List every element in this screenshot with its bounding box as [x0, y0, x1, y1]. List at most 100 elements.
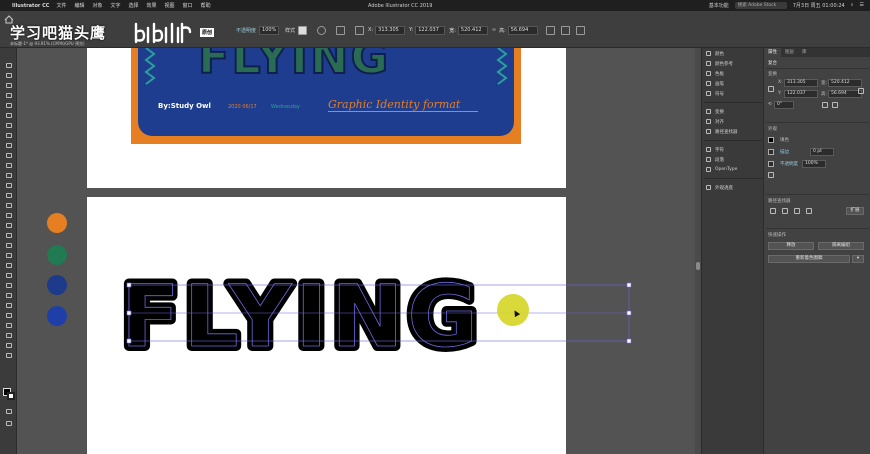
- lasso-tool-icon[interactable]: [4, 92, 13, 99]
- link-icon[interactable]: ∞: [492, 27, 496, 33]
- unite-icon[interactable]: [770, 208, 776, 214]
- stroke-color-swatch[interactable]: [7, 392, 15, 400]
- artboard-tool-icon[interactable]: [4, 312, 13, 319]
- opacity-field[interactable]: 100%: [802, 160, 826, 168]
- perspective-grid-tool-icon[interactable]: [4, 242, 13, 249]
- menu-help[interactable]: 帮助: [201, 2, 211, 9]
- exclude-icon[interactable]: [806, 208, 812, 214]
- panel-color-guide[interactable]: 颜色参考: [706, 60, 733, 67]
- pencil-tool-icon[interactable]: [4, 172, 13, 179]
- panel-paragraph[interactable]: 段落: [706, 156, 724, 163]
- prop-h-field[interactable]: 56.694: [828, 90, 862, 98]
- selection-tool-icon[interactable]: [4, 62, 13, 69]
- expand-button[interactable]: 扩展: [846, 207, 864, 215]
- column-graph-tool-icon[interactable]: [4, 302, 13, 309]
- color-swatch-navy[interactable]: [47, 275, 67, 295]
- eraser-tool-icon[interactable]: [4, 182, 13, 189]
- style-swatch-icon[interactable]: [298, 25, 308, 35]
- recolor-icon[interactable]: [317, 25, 327, 35]
- prop-w-field[interactable]: 520.412: [828, 79, 862, 87]
- direct-selection-tool-icon[interactable]: [4, 72, 13, 79]
- prop-y-field[interactable]: 122.037: [784, 90, 818, 98]
- stroke-swatch[interactable]: [768, 149, 774, 155]
- panel-pathfinder[interactable]: 路径查找器: [706, 128, 738, 135]
- stroke-label[interactable]: 描边: [780, 149, 789, 155]
- w-field[interactable]: 520.412: [457, 25, 488, 35]
- document-tab-title[interactable]: 未标题-1* @ 93.91% (CMYK/GPU 预览): [10, 41, 85, 47]
- tab-libraries[interactable]: 库: [798, 48, 811, 57]
- panel-symbols[interactable]: 符号: [706, 90, 724, 97]
- opacity-field[interactable]: 100%: [259, 25, 280, 35]
- menu-window[interactable]: 窗口: [183, 2, 193, 9]
- fx-icon[interactable]: [768, 172, 774, 178]
- color-swatch-orange[interactable]: [47, 213, 67, 233]
- mesh-tool-icon[interactable]: [4, 252, 13, 259]
- fill-swatch[interactable]: [768, 137, 774, 143]
- menu-list-icon[interactable]: ☰: [860, 2, 864, 9]
- transform-icon[interactable]: [355, 25, 365, 35]
- panel-character[interactable]: 字符: [706, 146, 724, 153]
- scale-tool-icon[interactable]: [4, 202, 13, 209]
- recolor-dropdown[interactable]: ▾: [852, 255, 864, 263]
- reference-point-icon[interactable]: [768, 86, 774, 92]
- stroke-weight-field[interactable]: 0 pt: [810, 148, 834, 156]
- release-button[interactable]: 释放: [768, 242, 814, 250]
- recolor-artwork-button[interactable]: 重新着色图稿: [768, 255, 850, 263]
- spotlight-icon[interactable]: ⌕: [851, 2, 854, 9]
- rotate-tool-icon[interactable]: [4, 192, 13, 199]
- width-tool-icon[interactable]: [4, 212, 13, 219]
- menu-type[interactable]: 文字: [110, 2, 120, 9]
- paintbrush-tool-icon[interactable]: [4, 152, 13, 159]
- workspace-switcher[interactable]: 基本功能: [709, 2, 729, 9]
- color-swatch-blue[interactable]: [47, 306, 67, 326]
- shaper-tool-icon[interactable]: [4, 162, 13, 169]
- isolate-icon[interactable]: [560, 25, 570, 35]
- screen-mode-icon[interactable]: [4, 420, 13, 427]
- scrollbar-thumb[interactable]: [696, 262, 700, 270]
- x-field[interactable]: 313.305: [375, 25, 406, 35]
- shape-builder-tool-icon[interactable]: [4, 232, 13, 239]
- flip-vertical-icon[interactable]: [832, 102, 838, 108]
- menu-object[interactable]: 对象: [92, 2, 102, 9]
- opacity-label[interactable]: 不透明度: [780, 161, 798, 167]
- menu-file[interactable]: 文件: [56, 2, 66, 9]
- flying-text-outline[interactable]: FLYING FLYING: [116, 262, 661, 372]
- magic-wand-tool-icon[interactable]: [4, 82, 13, 89]
- symbol-sprayer-tool-icon[interactable]: [4, 292, 13, 299]
- zoom-tool-icon[interactable]: [4, 342, 13, 349]
- type-tool-icon[interactable]: [4, 122, 13, 129]
- eyedropper-tool-icon[interactable]: [4, 272, 13, 279]
- slice-tool-icon[interactable]: [4, 322, 13, 329]
- pen-tool-icon[interactable]: [4, 102, 13, 109]
- menu-edit[interactable]: 编辑: [74, 2, 84, 9]
- prop-angle-field[interactable]: 0°: [774, 101, 794, 109]
- drawing-mode-icon[interactable]: [4, 408, 13, 415]
- line-tool-icon[interactable]: [4, 132, 13, 139]
- color-swatch-green[interactable]: [47, 245, 67, 265]
- panel-align[interactable]: 对齐: [706, 118, 724, 125]
- prop-x-field[interactable]: 313.305: [784, 79, 818, 87]
- hand-tool-icon[interactable]: [4, 332, 13, 339]
- tab-layers[interactable]: 图层: [781, 48, 798, 57]
- menu-select[interactable]: 选择: [129, 2, 139, 9]
- h-field[interactable]: 56.694: [507, 25, 538, 35]
- align-icon[interactable]: [336, 25, 346, 35]
- rectangle-tool-icon[interactable]: [4, 142, 13, 149]
- more-tools-icon[interactable]: [4, 352, 13, 359]
- panel-color[interactable]: 颜色: [706, 50, 724, 57]
- blend-tool-icon[interactable]: [4, 282, 13, 289]
- isolate-group-button[interactable]: 隔离编组: [818, 242, 864, 250]
- panel-swatches[interactable]: 色板: [706, 70, 724, 77]
- flip-horizontal-icon[interactable]: [822, 102, 828, 108]
- gradient-tool-icon[interactable]: [4, 262, 13, 269]
- menu-app-name[interactable]: Illustrator CC: [12, 3, 49, 9]
- more-options-icon[interactable]: [858, 88, 864, 94]
- canvas-area[interactable]: FLYING By:Study Owl 2020 06/17 Wednesday…: [17, 48, 695, 454]
- menu-effect[interactable]: 效果: [147, 2, 157, 9]
- tab-properties[interactable]: 属性: [764, 48, 781, 57]
- transform-panel-icon[interactable]: [545, 25, 555, 35]
- panel-opentype[interactable]: OpenType: [706, 166, 737, 173]
- stock-search-input[interactable]: 搜索 Adobe Stock: [734, 2, 787, 9]
- minus-front-icon[interactable]: [782, 208, 788, 214]
- menu-view[interactable]: 视图: [165, 2, 175, 9]
